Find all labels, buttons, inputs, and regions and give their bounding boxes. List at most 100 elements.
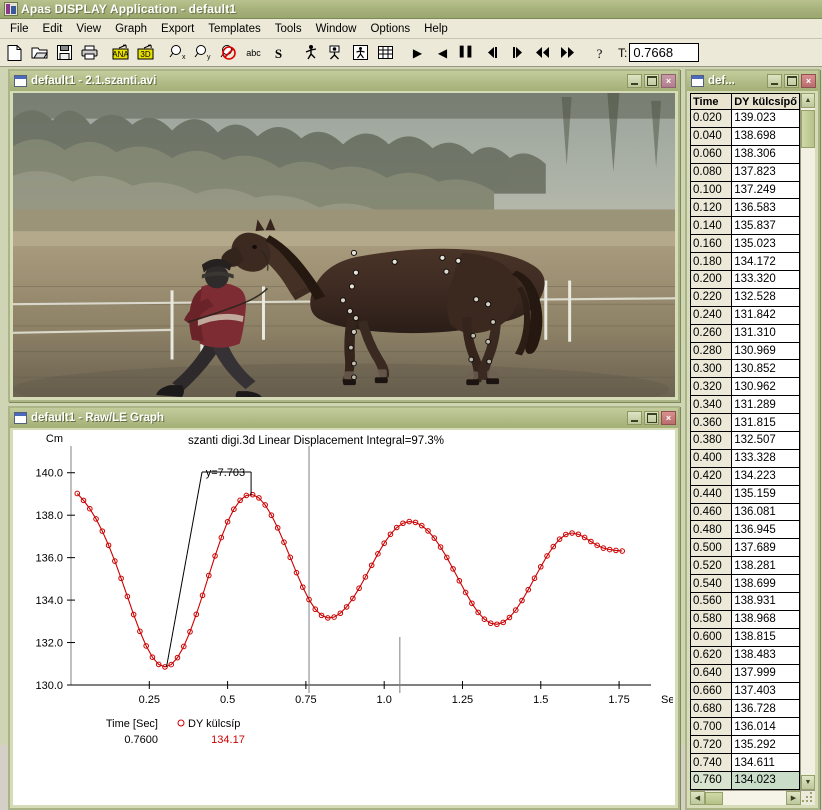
cell-time[interactable]: 0.360 [690, 413, 733, 433]
scroll-up-button[interactable]: ▲ [801, 93, 815, 108]
table-row[interactable]: 0.060 138.306 [690, 144, 800, 164]
graph-minimize-button[interactable] [627, 411, 642, 425]
save-disk-icon[interactable] [53, 41, 76, 64]
column-header-dy[interactable]: DY külcsípő [731, 93, 800, 110]
table-row[interactable]: 0.260 131.310 [690, 323, 800, 343]
table-row[interactable]: 0.180 134.172 [690, 252, 800, 272]
cell-time[interactable]: 0.180 [690, 252, 733, 272]
cell-dy[interactable]: 131.289 [731, 395, 800, 415]
table-row[interactable]: 0.640 137.999 [690, 663, 800, 683]
table-row[interactable]: 0.760 134.023 [690, 770, 800, 790]
cell-dy[interactable]: 134.223 [731, 466, 800, 486]
cell-time[interactable]: 0.500 [690, 538, 733, 558]
step-back-button[interactable] [481, 41, 504, 64]
data-grid-icon[interactable] [374, 41, 397, 64]
table-row[interactable]: 0.480 136.945 [690, 520, 800, 540]
graph-close-button[interactable]: × [661, 411, 676, 425]
stick-s-icon[interactable]: S [267, 41, 290, 64]
rewind-button[interactable] [531, 41, 554, 64]
stick-figure-icon[interactable] [299, 41, 322, 64]
cell-time[interactable]: 0.020 [690, 109, 733, 128]
hscroll-track[interactable] [723, 791, 786, 805]
cell-time[interactable]: 0.140 [690, 216, 733, 236]
video-close-button[interactable]: × [661, 74, 676, 88]
cell-dy[interactable]: 131.842 [731, 305, 800, 325]
cell-time[interactable]: 0.100 [690, 180, 733, 200]
column-header-time[interactable]: Time [690, 93, 733, 110]
play-reverse-button[interactable]: ◀ [431, 41, 454, 64]
cell-dy[interactable]: 138.483 [731, 645, 800, 665]
table-row[interactable]: 0.080 137.823 [690, 162, 800, 182]
cell-dy[interactable]: 138.281 [731, 556, 800, 576]
cell-dy[interactable]: 131.310 [731, 323, 800, 343]
cell-dy[interactable]: 136.728 [731, 699, 800, 719]
table-row[interactable]: 0.100 137.249 [690, 180, 800, 200]
table-row[interactable]: 0.200 133.320 [690, 270, 800, 289]
hscroll-right-button[interactable]: ▶ [786, 791, 801, 805]
cell-time[interactable]: 0.160 [690, 234, 733, 254]
cell-dy[interactable]: 136.014 [731, 717, 800, 737]
scroll-track[interactable] [801, 108, 815, 775]
cell-time[interactable]: 0.600 [690, 627, 733, 647]
table-row[interactable]: 0.680 136.728 [690, 699, 800, 719]
table-maximize-button[interactable] [784, 74, 799, 88]
cell-time[interactable]: 0.440 [690, 484, 733, 504]
time-input[interactable]: 0.7668 [629, 43, 700, 62]
hscroll-left-button[interactable]: ◀ [690, 791, 705, 805]
table-row[interactable]: 0.560 138.931 [690, 592, 800, 611]
cell-time[interactable]: 0.680 [690, 699, 733, 719]
cell-dy[interactable]: 139.023 [731, 109, 800, 128]
hscroll-thumb[interactable] [705, 791, 723, 805]
table-row[interactable]: 0.520 138.281 [690, 556, 800, 576]
table-window-titlebar[interactable]: def... × [687, 71, 818, 91]
cell-time[interactable]: 0.520 [690, 556, 733, 576]
table-row[interactable]: 0.500 137.689 [690, 538, 800, 558]
cell-dy[interactable]: 135.023 [731, 234, 800, 254]
cell-time[interactable]: 0.460 [690, 502, 733, 522]
menu-file[interactable]: File [3, 21, 36, 37]
table-row[interactable]: 0.040 138.698 [690, 126, 800, 146]
video-minimize-button[interactable] [627, 74, 642, 88]
cell-time[interactable]: 0.540 [690, 574, 733, 594]
video-maximize-button[interactable] [644, 74, 659, 88]
analog-ana-icon[interactable]: ANA [110, 41, 133, 64]
menu-view[interactable]: View [69, 21, 108, 37]
cell-time[interactable]: 0.480 [690, 520, 733, 540]
cell-time[interactable]: 0.120 [690, 198, 733, 218]
cell-dy[interactable]: 133.328 [731, 448, 800, 468]
table-row[interactable]: 0.140 135.837 [690, 216, 800, 236]
cell-dy[interactable]: 136.945 [731, 520, 800, 540]
cell-dy[interactable]: 131.815 [731, 413, 800, 433]
zoom-x-icon[interactable]: x [167, 41, 190, 64]
cell-dy[interactable]: 138.931 [731, 592, 800, 611]
cell-time[interactable]: 0.080 [690, 162, 733, 182]
new-file-icon[interactable] [3, 41, 26, 64]
cell-dy[interactable]: 132.507 [731, 431, 800, 450]
cell-dy[interactable]: 135.159 [731, 484, 800, 504]
menu-tools[interactable]: Tools [268, 21, 309, 37]
table-row[interactable]: 0.580 138.968 [690, 609, 800, 629]
cell-dy[interactable]: 138.699 [731, 574, 800, 594]
fast-forward-button[interactable] [556, 41, 579, 64]
table-close-button[interactable]: × [801, 74, 816, 88]
table-row[interactable]: 0.300 130.852 [690, 359, 800, 379]
video-window-titlebar[interactable]: default1 - 2.1.szanti.avi × [10, 71, 678, 91]
table-row[interactable]: 0.440 135.159 [690, 484, 800, 504]
cell-time[interactable]: 0.700 [690, 717, 733, 737]
cell-dy[interactable]: 130.962 [731, 377, 800, 397]
menu-window[interactable]: Window [309, 21, 364, 37]
cell-dy[interactable]: 130.969 [731, 341, 800, 361]
cell-time[interactable]: 0.660 [690, 681, 733, 701]
pause-button[interactable]: ▌▌ [456, 41, 479, 64]
table-row[interactable]: 0.120 136.583 [690, 198, 800, 218]
cell-dy[interactable]: 138.815 [731, 627, 800, 647]
text-abc-icon[interactable]: abc [242, 41, 265, 64]
cell-time[interactable]: 0.320 [690, 377, 733, 397]
menu-edit[interactable]: Edit [36, 21, 70, 37]
cell-dy[interactable]: 137.403 [731, 681, 800, 701]
cell-dy[interactable]: 134.023 [731, 770, 800, 790]
graph-window-titlebar[interactable]: default1 - Raw/LE Graph × [10, 408, 678, 428]
cell-time[interactable]: 0.740 [690, 753, 733, 772]
menu-export[interactable]: Export [154, 21, 201, 37]
cell-dy[interactable]: 138.698 [731, 126, 800, 146]
